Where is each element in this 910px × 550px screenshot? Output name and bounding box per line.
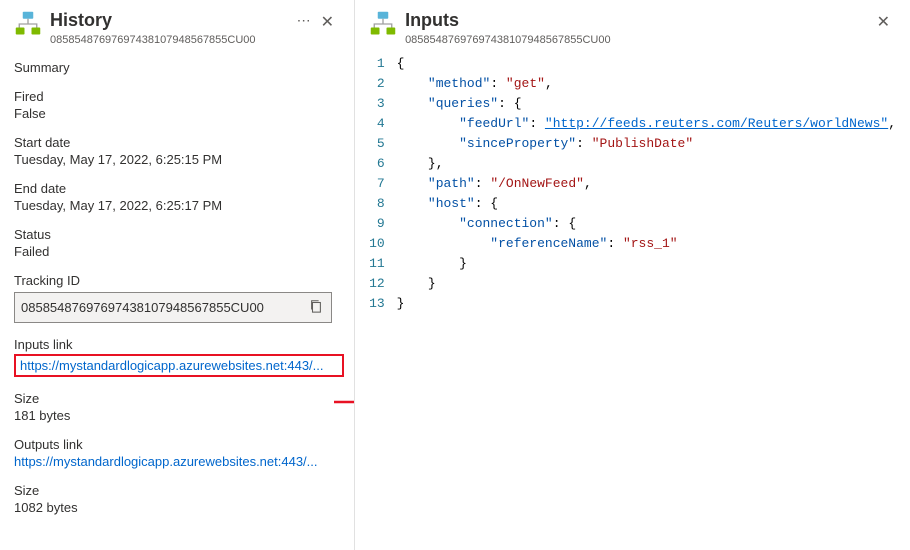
inputs-title: Inputs (405, 10, 871, 32)
end-date-label: End date (14, 181, 340, 196)
inputs-header: Inputs 08585487697697438107948567855CU00… (369, 10, 896, 46)
end-date-value: Tuesday, May 17, 2022, 6:25:17 PM (14, 198, 340, 213)
history-title: History (50, 10, 287, 32)
tracking-id-box: 08585487697697438107948567855CU00 (14, 292, 332, 323)
workflow-icon (14, 10, 42, 38)
more-button[interactable]: ⋯ (293, 10, 315, 31)
inputs-link[interactable]: https://mystandardlogicapp.azurewebsites… (20, 358, 324, 373)
history-subtitle: 08585487697697438107948567855CU00 (50, 34, 287, 46)
fired-value: False (14, 106, 340, 121)
outputs-size-label: Size (14, 483, 340, 498)
code-content: { "method": "get", "queries": { "feedUrl… (397, 54, 896, 314)
inputs-panel: Inputs 08585487697697438107948567855CU00… (355, 0, 910, 550)
tracking-id-value: 08585487697697438107948567855CU00 (21, 300, 307, 315)
inputs-link-highlight: https://mystandardlogicapp.azurewebsites… (14, 354, 344, 377)
inputs-subtitle: 08585487697697438107948567855CU00 (405, 34, 871, 46)
start-date-value: Tuesday, May 17, 2022, 6:25:15 PM (14, 152, 340, 167)
fired-label: Fired (14, 89, 340, 104)
line-gutter: 12345678910111213 (369, 54, 397, 314)
outputs-link-label: Outputs link (14, 437, 340, 452)
copy-icon[interactable] (307, 297, 325, 318)
summary-label: Summary (14, 60, 340, 75)
inputs-size-value: 181 bytes (14, 408, 340, 423)
outputs-size-value: 1082 bytes (14, 500, 340, 515)
close-button[interactable]: ✕ (315, 10, 340, 34)
close-button[interactable]: ✕ (871, 10, 896, 34)
history-panel: History 08585487697697438107948567855CU0… (0, 0, 355, 550)
tracking-id-label: Tracking ID (14, 273, 340, 288)
code-editor[interactable]: 12345678910111213 { "method": "get", "qu… (369, 54, 896, 314)
start-date-label: Start date (14, 135, 340, 150)
status-value: Failed (14, 244, 340, 259)
annotation-arrow-icon (334, 392, 355, 412)
status-label: Status (14, 227, 340, 242)
inputs-size-label: Size (14, 391, 340, 406)
outputs-link[interactable]: https://mystandardlogicapp.azurewebsites… (14, 454, 318, 469)
workflow-icon (369, 10, 397, 38)
history-header: History 08585487697697438107948567855CU0… (14, 10, 340, 46)
inputs-link-label: Inputs link (14, 337, 340, 352)
